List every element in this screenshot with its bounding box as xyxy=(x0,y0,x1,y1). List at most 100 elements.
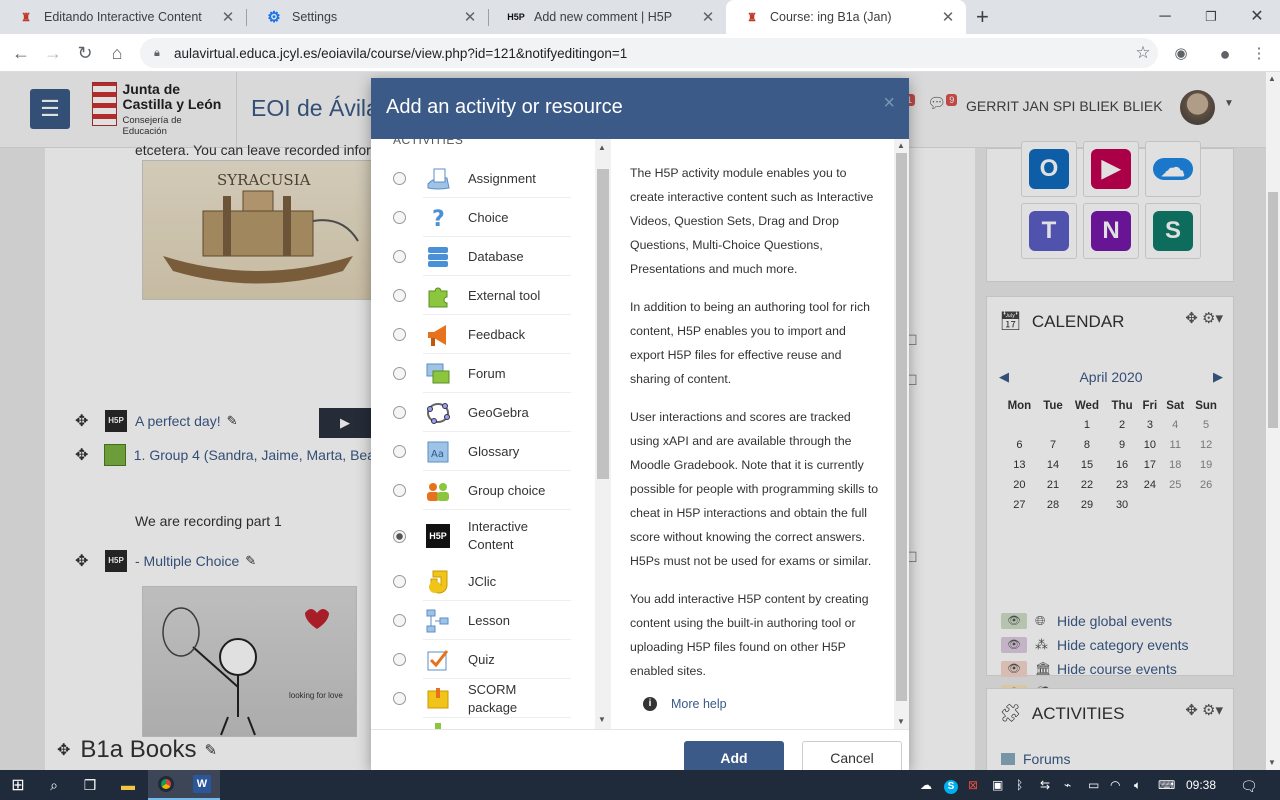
modal-footer: Add Cancel xyxy=(371,729,909,770)
activity-option[interactable]: Forum xyxy=(371,354,593,393)
activity-option[interactable]: Feedback xyxy=(371,315,593,354)
cancel-button[interactable]: Cancel xyxy=(802,741,902,770)
browser-tab-2[interactable]: ⚙ Settings ✕ xyxy=(248,0,488,34)
option-radio[interactable] xyxy=(393,614,406,627)
bluetooth-icon[interactable]: ᛒ xyxy=(1016,778,1023,792)
help-scrollbar[interactable]: ▲ ▼ xyxy=(894,139,909,729)
option-radio[interactable] xyxy=(393,445,406,458)
battery-icon[interactable]: ▭ xyxy=(1088,778,1099,792)
action-center-icon[interactable]: 🗨︎ xyxy=(1240,778,1258,795)
activity-option[interactable]: Aa Glossary xyxy=(371,432,593,471)
browser-tab-3[interactable]: H5P Add new comment | H5P ✕ xyxy=(490,0,726,34)
scroll-down-icon[interactable]: ▼ xyxy=(897,717,905,726)
activity-option[interactable]: JClic xyxy=(371,562,593,601)
app-tray-icon[interactable]: ⊠ xyxy=(968,778,978,792)
option-radio[interactable] xyxy=(393,172,406,185)
close-window-button[interactable]: ✕ xyxy=(1234,3,1280,31)
maximize-button[interactable]: ❐ xyxy=(1188,3,1234,31)
wifi-icon[interactable]: ◠ xyxy=(1110,778,1120,792)
scroll-up-icon[interactable]: ▲ xyxy=(897,141,905,150)
volume-icon[interactable]: 🔈︎ xyxy=(1134,778,1141,793)
tray-icon[interactable]: ⌁ xyxy=(1064,778,1071,792)
scroll-down-icon[interactable]: ▼ xyxy=(598,715,606,724)
close-tab-icon[interactable]: ✕ xyxy=(700,8,716,26)
browser-toolbar: ← → ↻ ⌂ 🔒︎ aulavirtual.educa.jcyl.es/eoi… xyxy=(0,34,1280,72)
activity-option[interactable]: Assignment xyxy=(371,159,593,198)
option-radio[interactable] xyxy=(393,289,406,302)
section-label: ACTIVITIES xyxy=(393,139,464,147)
profile-icon[interactable]: ● xyxy=(1214,43,1236,65)
more-help-link[interactable]: i More help xyxy=(643,697,727,711)
scrollbar-thumb[interactable] xyxy=(896,153,907,701)
network-tray-icon[interactable]: ⇆ xyxy=(1040,778,1050,792)
tray-icon[interactable]: ▣ xyxy=(992,778,1003,792)
activity-option-partial[interactable] xyxy=(371,718,593,729)
forward-button[interactable]: → xyxy=(40,40,66,66)
home-button[interactable]: ⌂ xyxy=(104,40,130,66)
bookmark-star-icon[interactable]: ☆ xyxy=(1128,43,1158,63)
page-scrollbar[interactable]: ▲ ▼ xyxy=(1266,72,1280,770)
option-radio[interactable] xyxy=(393,250,406,263)
new-tab-button[interactable]: + xyxy=(976,4,989,30)
file-explorer-icon[interactable]: ▬ xyxy=(110,770,146,800)
moodle-icon: ♜ xyxy=(747,11,757,24)
address-bar[interactable]: 🔒︎ aulavirtual.educa.jcyl.es/eoiavila/co… xyxy=(140,38,1158,68)
browser-tab-1[interactable]: ♜ Editando Interactive Content ✕ xyxy=(0,0,246,34)
word-icon[interactable]: W xyxy=(184,770,220,800)
reload-button[interactable]: ↻ xyxy=(72,40,98,66)
option-radio[interactable] xyxy=(393,484,406,497)
add-button[interactable]: Add xyxy=(684,741,784,770)
scroll-up-icon[interactable]: ▲ xyxy=(1268,74,1276,83)
menu-dots-icon[interactable]: ⋮ xyxy=(1248,43,1270,65)
activity-option[interactable]: Group choice xyxy=(371,471,593,510)
info-icon: i xyxy=(643,697,657,711)
close-tab-icon[interactable]: ✕ xyxy=(462,8,478,26)
option-label: SCORM package xyxy=(468,681,518,715)
url-text: aulavirtual.educa.jcyl.es/eoiavila/cours… xyxy=(174,45,628,61)
close-tab-icon[interactable]: ✕ xyxy=(220,8,236,26)
option-radio[interactable] xyxy=(393,692,406,705)
option-label: External tool xyxy=(468,287,541,303)
browser-tab-4-active[interactable]: ♜ Course: ing B1a (Jan) ✕ xyxy=(726,0,966,34)
option-radio[interactable] xyxy=(393,575,406,588)
modal-title: Add an activity or resource xyxy=(386,96,623,118)
close-icon[interactable]: × xyxy=(883,92,895,115)
activity-option[interactable]: ? Choice xyxy=(371,198,593,237)
chrome-icon[interactable] xyxy=(148,770,184,800)
option-radio[interactable] xyxy=(393,367,406,380)
activity-option[interactable]: Quiz xyxy=(371,640,593,679)
scroll-up-icon[interactable]: ▲ xyxy=(598,143,606,152)
scrollbar-thumb[interactable] xyxy=(597,169,609,479)
activity-option[interactable]: H5P Interactive Content xyxy=(371,510,593,562)
taskbar-clock[interactable]: 09:38 xyxy=(1186,778,1216,792)
activity-option[interactable]: GeoGebra xyxy=(371,393,593,432)
back-button[interactable]: ← xyxy=(8,40,34,66)
options-scrollbar[interactable]: ▲ ▼ xyxy=(595,139,611,729)
browser-tab-bar: ♜ Editando Interactive Content ✕ ⚙ Setti… xyxy=(0,0,1280,34)
start-icon[interactable]: ⊞ xyxy=(0,770,36,800)
tab-title: Editando Interactive Content xyxy=(44,10,202,24)
tab-separator xyxy=(488,9,489,26)
scroll-down-icon[interactable]: ▼ xyxy=(1268,758,1276,767)
option-radio[interactable] xyxy=(393,653,406,666)
activity-option[interactable]: Lesson xyxy=(371,601,593,640)
extension-icon[interactable]: ◉ xyxy=(1170,43,1192,65)
activity-option[interactable]: Database xyxy=(371,237,593,276)
minimize-button[interactable]: ─ xyxy=(1142,3,1188,31)
skype-icon[interactable]: S xyxy=(944,778,958,794)
activity-options-list: ACTIVITIES Assignment? Choice Database Exte… xyxy=(371,139,595,729)
search-icon[interactable]: ⌕ xyxy=(36,770,72,800)
close-tab-icon[interactable]: ✕ xyxy=(940,8,956,26)
option-label: Choice xyxy=(468,209,509,225)
activity-option[interactable]: External tool xyxy=(371,276,593,315)
task-view-icon[interactable]: ❒ xyxy=(72,770,108,800)
scrollbar-thumb[interactable] xyxy=(1268,192,1278,428)
keyboard-icon[interactable]: ⌨ xyxy=(1158,778,1175,792)
option-radio[interactable] xyxy=(393,406,406,419)
option-radio[interactable] xyxy=(393,211,406,224)
assignment-icon xyxy=(424,165,452,193)
activity-option[interactable]: SCORM package xyxy=(371,679,593,718)
option-radio[interactable] xyxy=(393,328,406,341)
cloud-icon[interactable]: ☁ xyxy=(920,778,932,792)
option-radio[interactable] xyxy=(393,529,406,543)
